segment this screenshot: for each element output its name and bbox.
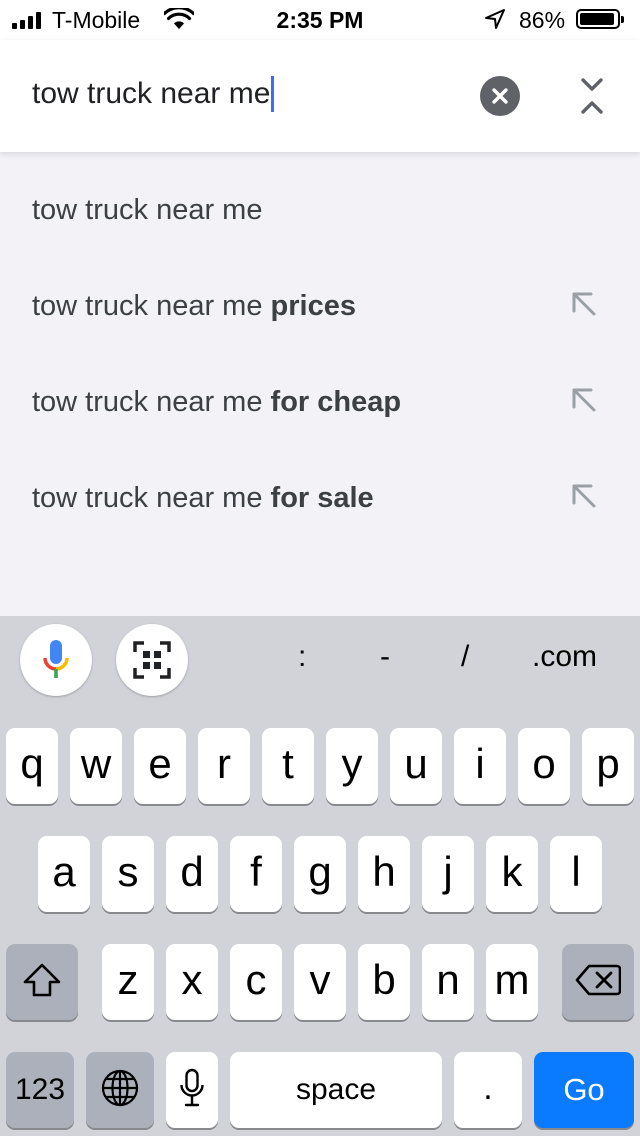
key-f[interactable]: f — [230, 836, 282, 912]
key-g[interactable]: g — [294, 836, 346, 912]
globe-icon — [101, 1069, 139, 1107]
key-k[interactable]: k — [486, 836, 538, 912]
shift-arrow-icon — [23, 963, 61, 997]
search-input[interactable]: tow truck near me — [32, 74, 275, 114]
fill-query-arrow-icon[interactable] — [568, 384, 600, 416]
voice-search-button[interactable] — [20, 624, 92, 696]
suggestion-text: tow truck near me prices — [32, 290, 356, 322]
key-w[interactable]: w — [70, 728, 122, 804]
period-key[interactable]: . — [454, 1052, 522, 1128]
key-m[interactable]: m — [486, 944, 538, 1020]
key-r[interactable]: r — [198, 728, 250, 804]
globe-key[interactable] — [86, 1052, 154, 1128]
status-bar: T-Mobile 2:35 PM 86% — [0, 0, 640, 40]
dictation-key[interactable] — [166, 1052, 218, 1128]
go-key[interactable]: Go — [534, 1052, 634, 1128]
keyboard: : - / .com q w e r t y u i o p a s d f g… — [0, 616, 640, 1136]
key-n[interactable]: n — [422, 944, 474, 1020]
suggestion-item[interactable]: tow truck near me — [0, 162, 640, 258]
shortcut-slash[interactable]: / — [461, 640, 469, 674]
close-icon — [492, 88, 508, 104]
text-cursor — [271, 76, 275, 112]
key-h[interactable]: h — [358, 836, 410, 912]
qr-scan-icon — [133, 641, 171, 679]
key-v[interactable]: v — [294, 944, 346, 1020]
suggestion-text: tow truck near me — [32, 194, 263, 226]
key-j[interactable]: j — [422, 836, 474, 912]
suggestion-list: tow truck near me tow truck near me pric… — [0, 162, 640, 546]
battery-percent: 86% — [519, 7, 566, 33]
clear-search-button[interactable] — [480, 76, 520, 116]
search-query-text: tow truck near me — [32, 77, 271, 110]
fill-query-arrow-icon[interactable] — [568, 288, 600, 320]
key-t[interactable]: t — [262, 728, 314, 804]
key-d[interactable]: d — [166, 836, 218, 912]
collapse-icon[interactable] — [574, 74, 610, 118]
key-c[interactable]: c — [230, 944, 282, 1020]
microphone-icon — [180, 1068, 204, 1107]
shortcut-colon[interactable]: : — [298, 640, 306, 674]
key-u[interactable]: u — [390, 728, 442, 804]
key-s[interactable]: s — [102, 836, 154, 912]
suggestion-item[interactable]: tow truck near me for cheap — [0, 354, 640, 450]
key-b[interactable]: b — [358, 944, 410, 1020]
location-arrow-icon — [485, 9, 505, 29]
key-y[interactable]: y — [326, 728, 378, 804]
suggestion-item[interactable]: tow truck near me prices — [0, 258, 640, 354]
shift-key[interactable] — [6, 944, 78, 1020]
numbers-key[interactable]: 123 — [6, 1052, 74, 1128]
suggestion-text: tow truck near me for cheap — [32, 386, 402, 418]
key-p[interactable]: p — [582, 728, 634, 804]
key-a[interactable]: a — [38, 836, 90, 912]
key-l[interactable]: l — [550, 836, 602, 912]
fill-query-arrow-icon[interactable] — [568, 480, 600, 512]
key-i[interactable]: i — [454, 728, 506, 804]
backspace-icon — [575, 964, 621, 996]
key-q[interactable]: q — [6, 728, 58, 804]
shortcut-dotcom[interactable]: .com — [532, 640, 597, 674]
lens-scan-button[interactable] — [116, 624, 188, 696]
search-header: tow truck near me — [0, 40, 640, 152]
microphone-icon — [43, 640, 69, 678]
suggestion-item[interactable]: tow truck near me for sale — [0, 450, 640, 546]
delete-key[interactable] — [562, 944, 634, 1020]
key-o[interactable]: o — [518, 728, 570, 804]
key-e[interactable]: e — [134, 728, 186, 804]
key-z[interactable]: z — [102, 944, 154, 1020]
key-x[interactable]: x — [166, 944, 218, 1020]
space-key[interactable]: space — [230, 1052, 442, 1128]
suggestion-text: tow truck near me for sale — [32, 482, 374, 514]
shortcut-dash[interactable]: - — [380, 640, 390, 674]
battery-icon — [576, 9, 624, 29]
